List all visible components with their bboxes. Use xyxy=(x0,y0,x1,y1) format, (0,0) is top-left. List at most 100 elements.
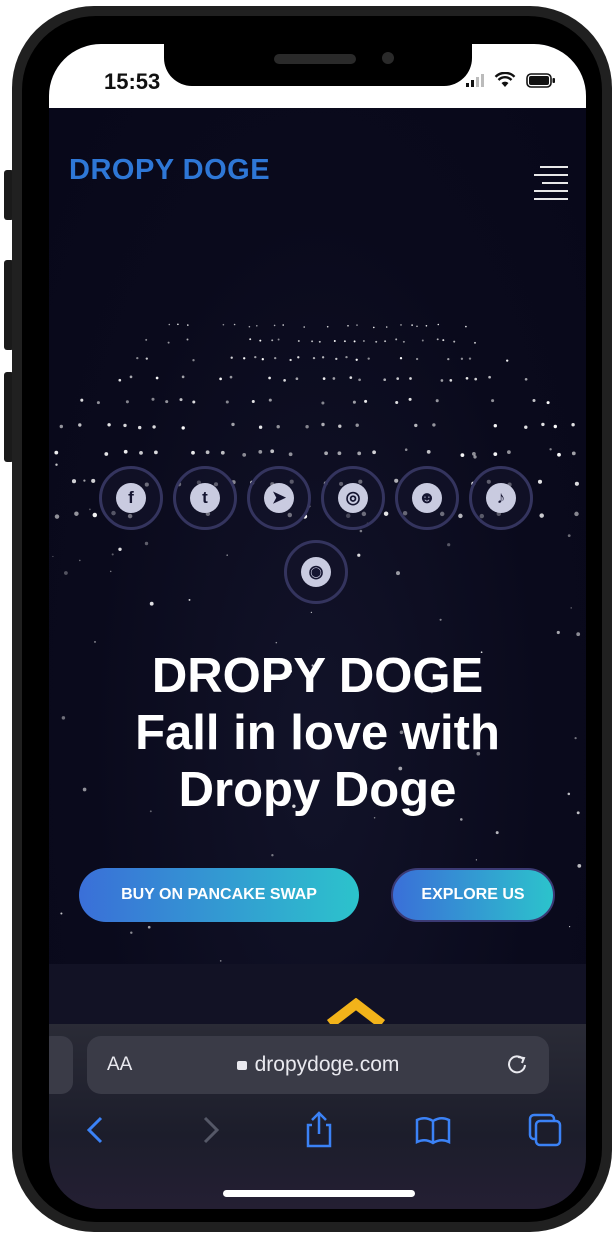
star xyxy=(411,324,413,326)
star xyxy=(408,397,412,401)
star xyxy=(54,514,60,519)
star xyxy=(414,423,418,428)
star xyxy=(491,399,495,403)
star xyxy=(52,555,54,558)
star xyxy=(571,451,576,456)
star xyxy=(449,379,453,382)
hero-heading: DROPY DOGE Fall in love with Dropy Doge xyxy=(49,648,586,819)
star xyxy=(91,478,96,483)
reload-icon[interactable] xyxy=(503,1050,531,1078)
star xyxy=(256,325,258,327)
star xyxy=(343,340,346,343)
star xyxy=(242,453,247,457)
star xyxy=(92,512,98,518)
star xyxy=(254,355,257,359)
url-display[interactable]: dropydoge.com xyxy=(87,1053,549,1077)
star xyxy=(139,451,143,455)
menu-line xyxy=(540,166,568,168)
star xyxy=(186,338,189,341)
star xyxy=(356,324,358,326)
star xyxy=(192,359,195,362)
buy-on-pancake-swap-button[interactable]: BUY ON PANCAKE SWAP xyxy=(79,868,359,922)
discord-link[interactable]: ◉ xyxy=(284,540,348,604)
star xyxy=(569,926,571,928)
back-icon[interactable] xyxy=(77,1110,117,1150)
hero-subtitle-line1: Fall in love with xyxy=(135,706,500,760)
star xyxy=(74,511,79,516)
star xyxy=(118,547,122,551)
star xyxy=(60,912,63,915)
star xyxy=(109,570,112,573)
star xyxy=(261,358,264,361)
star xyxy=(167,341,170,344)
telegram-icon: ➤ xyxy=(264,483,294,513)
star xyxy=(383,378,387,382)
site-logo[interactable]: DROPY DOGE xyxy=(69,154,270,187)
reddit-icon: ☻ xyxy=(412,483,442,513)
star xyxy=(145,357,148,360)
star xyxy=(295,377,299,381)
hero-title: DROPY DOGE xyxy=(151,649,484,703)
star xyxy=(524,377,528,381)
tiktok-icon: ♪ xyxy=(486,483,516,513)
previous-tab-edge[interactable] xyxy=(49,1036,73,1094)
telegram-link[interactable]: ➤ xyxy=(247,466,311,530)
star xyxy=(472,452,476,456)
star xyxy=(395,400,399,405)
star xyxy=(305,425,309,429)
star xyxy=(222,323,225,326)
home-indicator xyxy=(223,1190,415,1197)
star xyxy=(177,323,179,326)
facebook-icon: f xyxy=(116,483,146,513)
star xyxy=(273,324,276,327)
hamburger-menu-icon[interactable] xyxy=(532,166,568,204)
star xyxy=(440,379,444,382)
star xyxy=(447,357,450,361)
star xyxy=(396,571,400,576)
star xyxy=(567,534,571,537)
star xyxy=(78,423,82,427)
bookmarks-icon[interactable] xyxy=(413,1110,453,1150)
star xyxy=(229,375,233,379)
star xyxy=(165,400,169,404)
star xyxy=(225,400,229,404)
star xyxy=(96,401,100,405)
star xyxy=(474,377,478,381)
star xyxy=(549,448,552,451)
star xyxy=(144,541,149,546)
wifi-icon xyxy=(494,72,516,87)
twitter-link[interactable]: t xyxy=(173,466,237,530)
star xyxy=(404,448,408,451)
star xyxy=(574,481,579,486)
star xyxy=(367,357,370,360)
star xyxy=(537,479,543,484)
star xyxy=(426,450,431,454)
star xyxy=(453,340,456,343)
star xyxy=(570,607,572,609)
forward-icon[interactable] xyxy=(189,1110,229,1150)
star xyxy=(248,325,251,328)
star xyxy=(458,513,463,519)
facebook-link[interactable]: f xyxy=(99,466,163,530)
phone-screen: 15:53 DROPY DOGE f t ➤ ◎ ☻ ♪ ◉ DROPY DOG… xyxy=(49,44,586,1209)
scroll-up-chevron-icon[interactable] xyxy=(326,998,386,1024)
star xyxy=(312,356,316,360)
star xyxy=(460,357,464,360)
reddit-link[interactable]: ☻ xyxy=(395,466,459,530)
star xyxy=(345,355,348,359)
star xyxy=(437,323,440,326)
star xyxy=(553,424,557,429)
battery-icon xyxy=(526,72,555,88)
tiktok-link[interactable]: ♪ xyxy=(469,466,533,530)
star xyxy=(233,323,236,326)
star xyxy=(337,451,342,456)
tabs-icon[interactable] xyxy=(525,1110,565,1150)
star xyxy=(352,400,356,404)
star xyxy=(402,340,405,343)
star xyxy=(187,324,189,326)
address-bar[interactable]: AA dropydoge.com xyxy=(87,1036,549,1094)
star xyxy=(145,338,148,341)
explore-us-button[interactable]: EXPLORE US xyxy=(391,868,555,922)
share-icon[interactable] xyxy=(299,1110,339,1150)
instagram-link[interactable]: ◎ xyxy=(321,466,385,530)
